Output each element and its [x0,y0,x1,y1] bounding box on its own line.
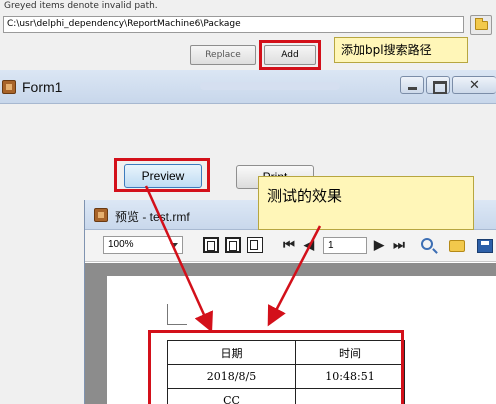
add-path-annotation: 添加bpl搜索路径 [334,37,468,63]
add-button-highlight [259,40,321,70]
minimize-button[interactable] [400,76,424,94]
preview-toolbar: 100% ⏮ ◀ 1 ▶ ⏭ [85,230,496,262]
save-icon[interactable] [477,239,493,253]
browse-folder-button[interactable] [470,15,492,35]
replace-button[interactable]: Replace [190,45,256,65]
folder-icon [475,18,488,30]
close-button[interactable]: ✕ [452,76,496,94]
page-width-icon[interactable] [225,237,241,253]
first-page-icon[interactable]: ⏮ [281,237,297,253]
chevron-down-icon [170,243,178,248]
preview-app-icon [94,208,108,222]
report-table-highlight [148,330,404,404]
open-icon[interactable] [449,240,465,252]
search-icon[interactable] [421,238,433,250]
last-page-icon[interactable]: ⏭ [391,237,407,253]
margin-mark [167,324,187,325]
invalid-path-hint: Greyed items denote invalid path. [4,1,158,11]
preview-window: 预览 - test.rmf 100% ⏮ ◀ 1 ▶ ⏭ 日期 时间 2018/… [84,200,496,404]
app-icon [2,80,16,94]
library-path-dialog: Greyed items denote invalid path. C:\usr… [0,0,496,70]
margin-mark [167,304,168,324]
form1-titlebar: Form1 ✕ [0,70,496,104]
zoom-value: 100% [108,239,134,250]
blurred-watermark [200,82,340,90]
form1-title: Form1 [22,79,63,95]
preview-title: 预览 - test.rmf [115,210,190,224]
zoom-select[interactable]: 100% [103,236,183,254]
prev-page-icon[interactable]: ◀ [301,237,317,253]
maximize-button[interactable] [426,76,450,94]
close-icon: ✕ [469,77,480,92]
page-number-input[interactable]: 1 [323,237,367,254]
preview-button-highlight [114,158,210,192]
library-path-input[interactable]: C:\usr\delphi_dependency\ReportMachine6\… [3,16,464,33]
next-page-icon[interactable]: ▶ [371,237,387,253]
single-page-icon[interactable] [247,237,263,253]
test-result-annotation: 测试的效果 [258,176,474,230]
whole-page-icon[interactable] [203,237,219,253]
